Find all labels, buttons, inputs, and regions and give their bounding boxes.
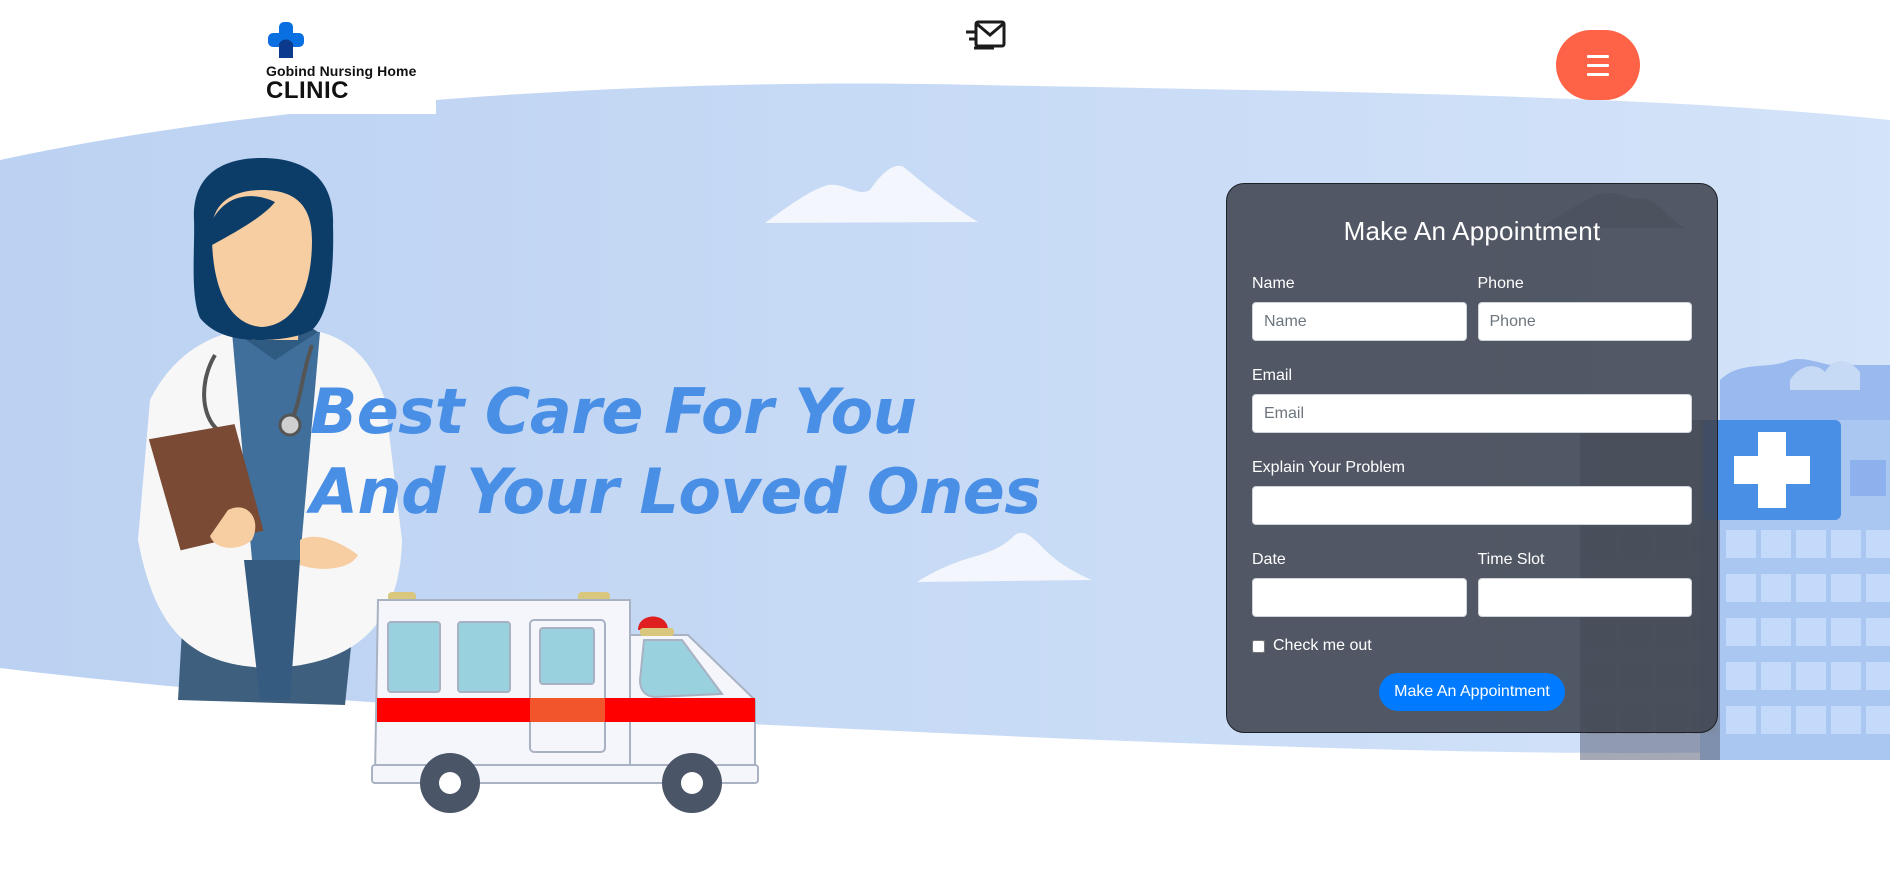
phone-field-group: Phone bbox=[1477, 275, 1692, 341]
appointment-form: Make An Appointment Name Phone Email Exp… bbox=[1226, 183, 1718, 733]
make-appointment-button[interactable]: Make An Appointment bbox=[1379, 673, 1565, 711]
phone-input[interactable] bbox=[1477, 302, 1692, 341]
name-label: Name bbox=[1252, 275, 1295, 292]
problem-label: Explain Your Problem bbox=[1252, 459, 1405, 476]
phone-label: Phone bbox=[1477, 275, 1524, 292]
medical-cross-icon bbox=[268, 22, 304, 58]
appointment-form-title: Make An Appointment bbox=[1343, 216, 1601, 246]
hero-headline-line1: Best Care For You bbox=[310, 375, 917, 448]
check-me-out-checkbox[interactable] bbox=[1252, 639, 1265, 653]
time-slot-input[interactable] bbox=[1477, 578, 1692, 617]
name-input[interactable] bbox=[1252, 302, 1467, 341]
problem-input[interactable] bbox=[1252, 486, 1692, 525]
date-field-group: Date bbox=[1252, 551, 1467, 617]
email-input[interactable] bbox=[1252, 394, 1692, 433]
time-slot-label: Time Slot bbox=[1477, 551, 1545, 568]
fast-mail-icon[interactable] bbox=[966, 18, 1008, 54]
logo-clinic-label: CLINIC bbox=[266, 77, 349, 104]
check-me-out-label[interactable]: Check me out bbox=[1273, 637, 1372, 655]
time-slot-field-group: Time Slot bbox=[1477, 551, 1692, 617]
check-me-out-row: Check me out bbox=[1252, 637, 1692, 655]
date-label: Date bbox=[1252, 551, 1286, 568]
hamburger-menu-button[interactable] bbox=[1556, 30, 1640, 100]
name-field-group: Name bbox=[1252, 275, 1467, 341]
email-label: Email bbox=[1252, 367, 1293, 384]
hero-headline: Best Care For You And Your Loved Ones bbox=[310, 372, 1041, 532]
hero-headline-line2: And Your Loved Ones bbox=[310, 455, 1041, 528]
problem-field-group: Explain Your Problem bbox=[1252, 459, 1692, 525]
date-input[interactable] bbox=[1252, 578, 1467, 617]
site-logo[interactable]: Gobind Nursing Home CLINIC bbox=[262, 18, 436, 114]
hamburger-menu-icon bbox=[1587, 52, 1609, 79]
email-field-group: Email bbox=[1252, 367, 1692, 433]
